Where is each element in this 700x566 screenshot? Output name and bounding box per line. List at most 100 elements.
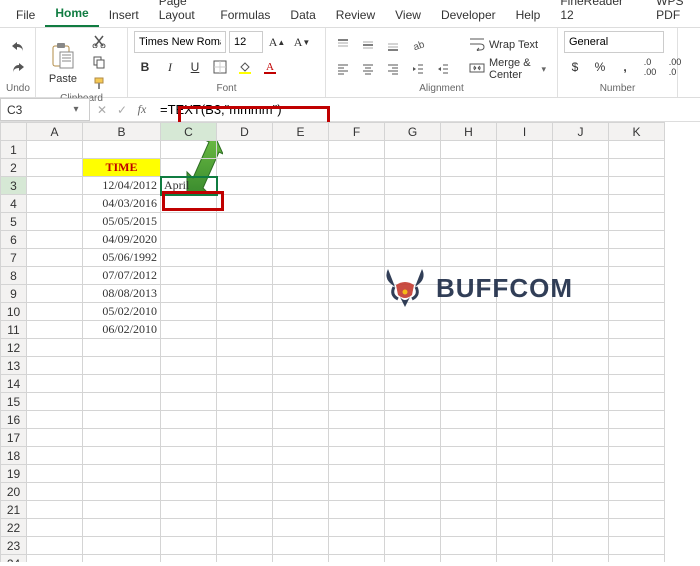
copy-button[interactable] (88, 52, 110, 72)
cell[interactable] (385, 141, 441, 159)
cell[interactable] (27, 249, 83, 267)
cell[interactable] (273, 519, 329, 537)
spreadsheet-grid[interactable]: A B C D E F G H I J K 1 2TIME 312/04/201… (0, 122, 700, 562)
cell[interactable] (27, 519, 83, 537)
cell[interactable] (27, 213, 83, 231)
cell[interactable] (161, 555, 217, 563)
cell[interactable] (385, 537, 441, 555)
cell[interactable] (497, 501, 553, 519)
cell[interactable] (553, 285, 609, 303)
row-header-23[interactable]: 23 (1, 537, 27, 555)
cell[interactable] (217, 393, 273, 411)
cell[interactable] (497, 483, 553, 501)
cell[interactable] (83, 519, 161, 537)
cell[interactable] (27, 267, 83, 285)
cell[interactable] (161, 303, 217, 321)
number-format-select[interactable] (564, 31, 664, 53)
cell[interactable] (553, 375, 609, 393)
cell[interactable] (385, 321, 441, 339)
cell[interactable] (497, 177, 553, 195)
cell[interactable] (553, 231, 609, 249)
cell[interactable] (497, 537, 553, 555)
cell[interactable] (273, 267, 329, 285)
cell[interactable] (609, 195, 665, 213)
cell[interactable] (161, 447, 217, 465)
cell[interactable] (553, 159, 609, 177)
col-header-I[interactable]: I (497, 123, 553, 141)
cell[interactable] (161, 519, 217, 537)
cell[interactable] (385, 393, 441, 411)
cell[interactable] (385, 357, 441, 375)
cell-B8[interactable]: 07/07/2012 (83, 267, 161, 285)
cell[interactable] (83, 483, 161, 501)
cell[interactable] (217, 375, 273, 393)
cell[interactable] (27, 447, 83, 465)
cell[interactable] (161, 501, 217, 519)
tab-developer[interactable]: Developer (431, 3, 506, 27)
cell[interactable] (329, 555, 385, 563)
cell[interactable] (441, 303, 497, 321)
cell[interactable] (217, 447, 273, 465)
fill-color-button[interactable] (234, 57, 256, 77)
cell[interactable] (83, 555, 161, 563)
cell-B2[interactable]: TIME (83, 159, 161, 177)
cell[interactable] (83, 501, 161, 519)
insert-function-button[interactable]: fx (134, 102, 150, 118)
cell[interactable] (553, 195, 609, 213)
row-header-24[interactable]: 24 (1, 555, 27, 563)
cell[interactable] (329, 231, 385, 249)
cell[interactable] (217, 465, 273, 483)
cell[interactable] (497, 159, 553, 177)
tab-home[interactable]: Home (45, 1, 98, 27)
row-header-4[interactable]: 4 (1, 195, 27, 213)
cell[interactable] (553, 303, 609, 321)
cell[interactable] (329, 537, 385, 555)
cell[interactable] (609, 231, 665, 249)
cell[interactable] (441, 393, 497, 411)
row-header-19[interactable]: 19 (1, 465, 27, 483)
row-header-21[interactable]: 21 (1, 501, 27, 519)
align-center-button[interactable] (357, 59, 379, 79)
cell[interactable] (385, 249, 441, 267)
cell[interactable] (329, 321, 385, 339)
cell[interactable] (385, 231, 441, 249)
comma-format-button[interactable]: , (614, 57, 636, 77)
cell[interactable] (441, 465, 497, 483)
cell[interactable] (497, 411, 553, 429)
cell[interactable] (27, 393, 83, 411)
col-header-K[interactable]: K (609, 123, 665, 141)
cell-B4[interactable]: 04/03/2016 (83, 195, 161, 213)
chevron-down-icon[interactable]: ▾ (69, 100, 83, 120)
cell[interactable] (441, 411, 497, 429)
cell[interactable] (273, 195, 329, 213)
cell[interactable] (497, 465, 553, 483)
cell[interactable] (441, 483, 497, 501)
cell[interactable] (83, 411, 161, 429)
cell[interactable] (217, 303, 273, 321)
cell[interactable] (329, 177, 385, 195)
cell[interactable] (329, 141, 385, 159)
cell[interactable] (217, 285, 273, 303)
align-right-button[interactable] (382, 59, 404, 79)
cell[interactable] (609, 303, 665, 321)
cell[interactable] (161, 483, 217, 501)
accounting-format-button[interactable]: $ (564, 57, 586, 77)
cell[interactable] (329, 303, 385, 321)
cell[interactable] (27, 555, 83, 563)
cell[interactable] (329, 339, 385, 357)
cell[interactable] (441, 501, 497, 519)
cell[interactable] (441, 141, 497, 159)
cell[interactable] (329, 285, 385, 303)
cell[interactable] (497, 447, 553, 465)
tab-view[interactable]: View (385, 3, 431, 27)
cell[interactable] (609, 393, 665, 411)
cell[interactable] (609, 141, 665, 159)
cell[interactable] (553, 537, 609, 555)
cell[interactable] (27, 483, 83, 501)
paste-button[interactable]: Paste (42, 39, 84, 85)
cell[interactable] (161, 141, 217, 159)
cell[interactable] (273, 357, 329, 375)
cell[interactable] (273, 537, 329, 555)
cell[interactable] (441, 195, 497, 213)
cell[interactable] (217, 519, 273, 537)
